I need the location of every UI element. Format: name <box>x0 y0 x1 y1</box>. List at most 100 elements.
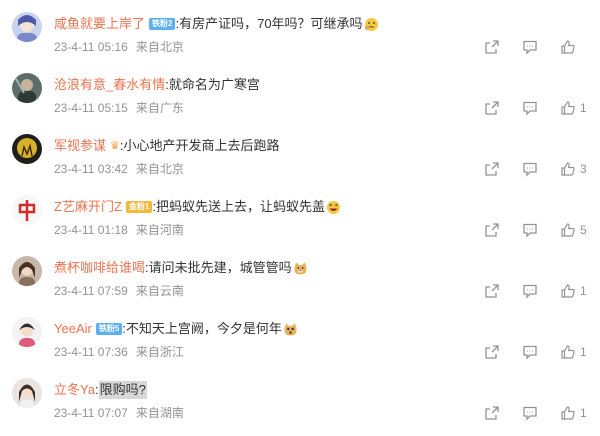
comment-icon <box>523 223 537 238</box>
like-button[interactable]: 1 <box>560 100 588 116</box>
like-count: 3 <box>580 162 587 176</box>
comment-text: 请问未批先建，城管管吗 <box>148 260 292 275</box>
comment-actions: 5 <box>484 221 588 239</box>
username-link[interactable]: 沧浪有意_春水有情 <box>54 76 165 94</box>
share-button[interactable] <box>484 283 500 299</box>
comment-item: 立冬Ya : 限购吗? 23-4-11 07:07 来自湖南 1 <box>0 376 600 436</box>
reply-button[interactable] <box>522 39 538 55</box>
username-link[interactable]: 咸鱼就要上岸了 <box>54 15 145 33</box>
comment-meta: 23-4-11 05:15 来自广东 <box>54 99 184 117</box>
comment-icon <box>523 162 537 177</box>
like-count: 5 <box>580 223 587 237</box>
avatar[interactable] <box>12 378 42 408</box>
like-count: 1 <box>580 345 587 359</box>
location: 来自广东 <box>135 101 184 115</box>
share-icon <box>485 406 499 420</box>
like-button[interactable]: 1 <box>560 344 588 360</box>
share-icon <box>485 40 499 54</box>
location: 来自湖南 <box>135 406 184 420</box>
timestamp: 23-4-11 07:59 <box>54 284 128 298</box>
username-link[interactable]: 军视参谋 <box>54 137 106 155</box>
avatar[interactable] <box>12 134 42 164</box>
comment-header: 军视参谋 ♛ : 小心地产开发商上去后跑路 <box>54 137 280 155</box>
surprised-emoji <box>283 322 298 337</box>
timestamp: 23-4-11 03:42 <box>54 162 128 176</box>
reply-button[interactable] <box>522 283 538 299</box>
reply-button[interactable] <box>522 405 538 421</box>
avatar[interactable] <box>12 73 42 103</box>
share-button[interactable] <box>484 161 500 177</box>
comment-text: 小心地产开发商上去后跑路 <box>123 138 280 153</box>
timestamp: 23-4-11 05:16 <box>54 40 128 54</box>
comment-icon <box>523 101 537 116</box>
reply-button[interactable] <box>522 344 538 360</box>
comment-meta: 23-4-11 03:42 来自北京 <box>54 160 184 178</box>
like-count: 1 <box>580 284 587 298</box>
share-icon <box>485 345 499 359</box>
comment-meta: 23-4-11 07:07 来自湖南 <box>54 404 184 422</box>
avatar[interactable] <box>12 317 42 347</box>
comment-icon <box>523 40 537 55</box>
comment-actions: 1 <box>484 404 588 422</box>
location: 来自北京 <box>135 40 184 54</box>
thumbs-up-icon <box>561 223 575 237</box>
fan-badge[interactable]: 铁粉5 <box>95 323 123 335</box>
comment-item: 沧浪有意_春水有情 : 就命名为广寒宫 23-4-11 05:15 来自广东 1 <box>0 71 600 131</box>
timestamp: 23-4-11 07:07 <box>54 406 128 420</box>
thumbs-up-icon <box>561 345 575 359</box>
share-button[interactable] <box>484 222 500 238</box>
comment-meta: 23-4-11 05:16 来自北京 <box>54 38 184 56</box>
comment-header: YeeAir 铁粉5 : 不知天上宫阙，今夕是何年 <box>54 320 298 338</box>
location: 来自北京 <box>135 162 184 176</box>
doge-emoji <box>293 261 308 276</box>
comment-icon <box>523 345 537 360</box>
reply-button[interactable] <box>522 222 538 238</box>
like-button[interactable] <box>560 39 588 55</box>
avatar[interactable] <box>12 195 42 225</box>
location: 来自浙江 <box>135 345 184 359</box>
comment-text: 把蚂蚁先送上去，让蚂蚁先盖 <box>155 199 325 214</box>
laughing-emoji <box>326 200 341 215</box>
comment-item: 煮杯咖啡给谁喝 : 请问未批先建，城管管吗 23-4-11 07:59 来自云南 … <box>0 254 600 314</box>
like-count: 1 <box>580 101 587 115</box>
share-button[interactable] <box>484 344 500 360</box>
share-button[interactable] <box>484 405 500 421</box>
comment-icon <box>523 284 537 299</box>
reply-button[interactable] <box>522 161 538 177</box>
like-button[interactable]: 1 <box>560 405 588 421</box>
like-button[interactable]: 1 <box>560 283 588 299</box>
like-button[interactable]: 3 <box>560 161 588 177</box>
share-button[interactable] <box>484 39 500 55</box>
username-link[interactable]: 立冬Ya <box>54 381 95 399</box>
share-icon <box>485 223 499 237</box>
like-count: 1 <box>580 406 587 420</box>
avatar[interactable] <box>12 12 42 42</box>
comment-text: 有房产证吗，70年吗？可继承吗 <box>179 16 363 31</box>
thumbs-up-icon <box>561 284 575 298</box>
fan-badge[interactable]: 金粉1 <box>125 201 153 213</box>
like-button[interactable]: 5 <box>560 222 588 238</box>
comment-list: 咸鱼就要上岸了 铁粉2 : 有房产证吗，70年吗？可继承吗 23-4-11 05… <box>0 0 600 427</box>
username-link[interactable]: 煮杯咖啡给谁喝 <box>54 259 145 277</box>
comment-item: YeeAir 铁粉5 : 不知天上宫阙，今夕是何年 23-4-11 07:36 来… <box>0 315 600 375</box>
comment-text: 不知天上宫阙，今夕是何年 <box>125 321 282 336</box>
comment-actions: 1 <box>484 343 588 361</box>
username-link[interactable]: Z艺麻开门Z <box>54 198 122 216</box>
comment-text: 就命名为广寒宫 <box>168 77 260 92</box>
share-button[interactable] <box>484 100 500 116</box>
fan-badge[interactable]: 铁粉2 <box>149 18 176 30</box>
comment-header: 立冬Ya : 限购吗? <box>54 381 147 399</box>
comment-meta: 23-4-11 07:59 来自云南 <box>54 282 184 300</box>
comment-header: 沧浪有意_春水有情 : 就命名为广寒宫 <box>54 76 260 94</box>
reply-button[interactable] <box>522 100 538 116</box>
comment-actions: 3 <box>484 160 588 178</box>
comment-item: Z艺麻开门Z 金粉1 : 把蚂蚁先送上去，让蚂蚁先盖 23-4-11 01:18… <box>0 193 600 253</box>
username-link[interactable]: YeeAir <box>54 320 92 338</box>
avatar[interactable] <box>12 256 42 286</box>
share-icon <box>485 284 499 298</box>
crown-icon: ♛ <box>110 140 120 152</box>
comment-header: Z艺麻开门Z 金粉1 : 把蚂蚁先送上去，让蚂蚁先盖 <box>54 198 341 216</box>
location: 来自河南 <box>135 223 184 237</box>
comment-actions: 1 <box>484 282 588 300</box>
thumbs-up-icon <box>561 40 575 54</box>
